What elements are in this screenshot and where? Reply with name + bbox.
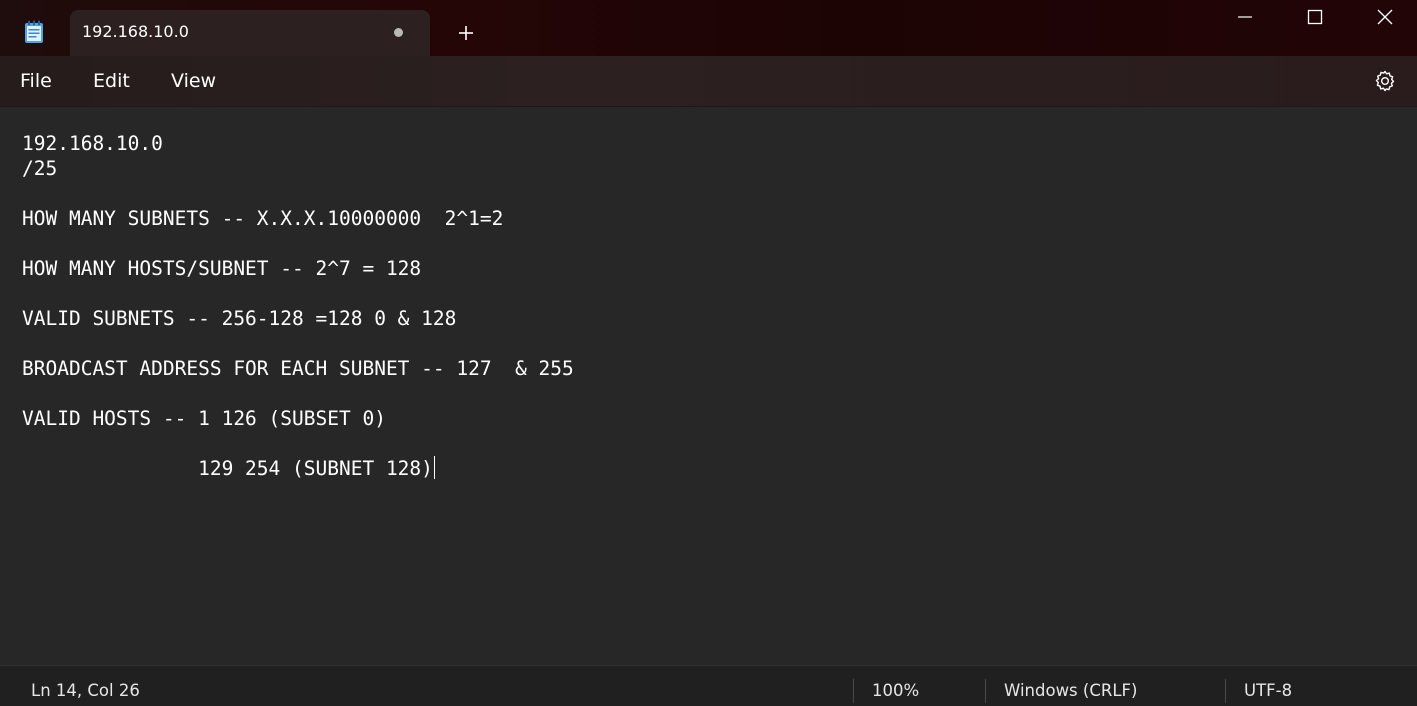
editor-line: HOW MANY HOSTS/SUBNET -- 2^7 = 128 xyxy=(22,257,422,280)
editor-line: VALID SUBNETS -- 256-128 =128 0 & 128 xyxy=(22,307,457,330)
status-divider xyxy=(985,679,986,703)
editor-line: 129 254 (SUBNET 128) xyxy=(22,457,433,480)
editor-line: VALID HOSTS -- 1 126 (SUBSET 0) xyxy=(22,407,386,430)
unsaved-indicator-icon[interactable] xyxy=(394,28,403,37)
editor-content[interactable]: 192.168.10.0 /25 HOW MANY SUBNETS -- X.X… xyxy=(22,131,574,481)
minimize-icon xyxy=(1238,16,1252,18)
notepad-window: 192.168.10.0 File Edit View 192.168.10.0… xyxy=(0,0,1417,706)
maximize-button[interactable] xyxy=(1280,0,1350,34)
cursor-position[interactable]: Ln 14, Col 26 xyxy=(31,681,140,700)
title-bar[interactable]: 192.168.10.0 xyxy=(0,0,1417,56)
menu-view[interactable]: View xyxy=(171,70,216,92)
gear-icon[interactable] xyxy=(1373,69,1397,93)
status-divider xyxy=(1225,679,1226,703)
menu-file[interactable]: File xyxy=(20,70,52,92)
editor-line: HOW MANY SUBNETS -- X.X.X.10000000 2^1=2 xyxy=(22,207,504,230)
status-bar: Ln 14, Col 26 100% Windows (CRLF) UTF-8 xyxy=(0,665,1417,706)
encoding[interactable]: UTF-8 xyxy=(1244,681,1292,700)
close-button[interactable] xyxy=(1350,0,1417,34)
maximize-icon xyxy=(1307,9,1323,25)
notepad-icon xyxy=(24,20,44,44)
plus-icon[interactable] xyxy=(455,22,477,44)
editor-line: BROADCAST ADDRESS FOR EACH SUBNET -- 127… xyxy=(22,357,574,380)
text-caret xyxy=(433,456,435,479)
line-ending[interactable]: Windows (CRLF) xyxy=(1004,681,1137,700)
close-icon xyxy=(1377,9,1393,25)
editor-line: 192.168.10.0 xyxy=(22,132,163,155)
text-editor[interactable]: 192.168.10.0 /25 HOW MANY SUBNETS -- X.X… xyxy=(0,107,1417,665)
menu-edit[interactable]: Edit xyxy=(93,70,130,92)
tab-title: 192.168.10.0 xyxy=(82,22,189,41)
minimize-button[interactable] xyxy=(1210,0,1280,34)
editor-line: /25 xyxy=(22,157,58,180)
tab-document[interactable]: 192.168.10.0 xyxy=(70,10,430,56)
menu-bar: File Edit View xyxy=(0,56,1417,107)
status-divider xyxy=(853,679,854,703)
zoom-level[interactable]: 100% xyxy=(872,681,919,700)
